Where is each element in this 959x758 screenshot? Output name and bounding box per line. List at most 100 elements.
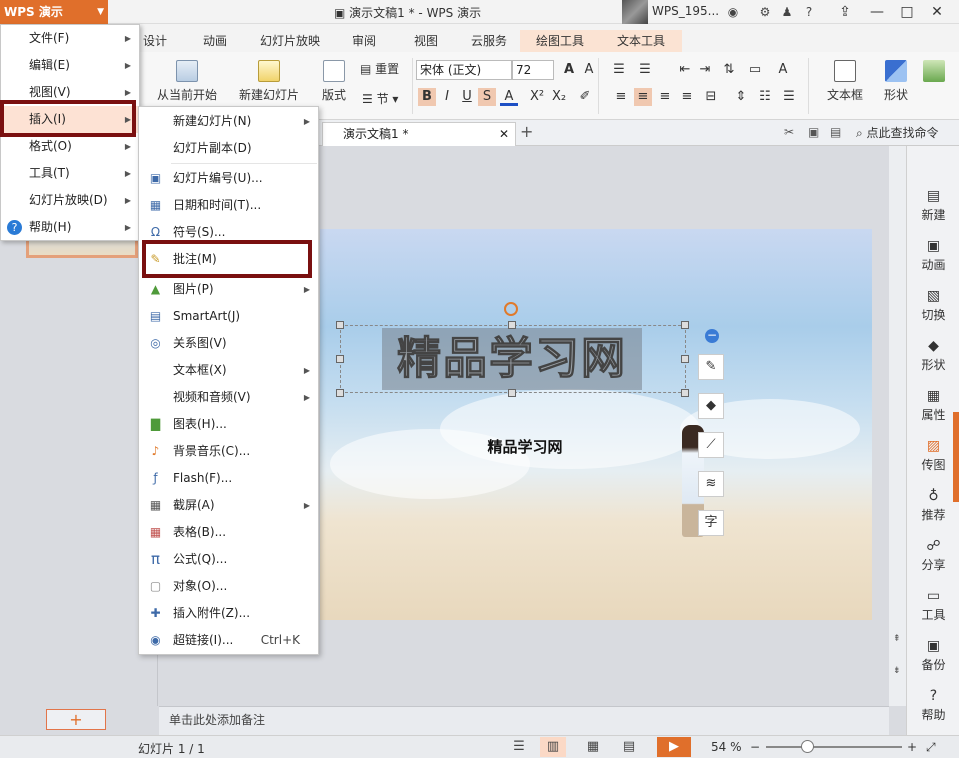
panel-shape[interactable]: ◆ 形状 <box>907 332 959 382</box>
tab-text-tools[interactable]: 文本工具 <box>600 30 682 52</box>
insert-picture[interactable]: ▲ 图片(P) ▶ <box>139 276 318 303</box>
bullets-icon[interactable]: ☰ <box>610 61 628 79</box>
normal-view-icon[interactable]: ▥ <box>540 737 566 757</box>
paragraph-spacing-icon[interactable]: ☷ <box>756 88 774 106</box>
doc-icon[interactable]: ▣ <box>808 125 819 139</box>
menu-item-edit[interactable]: 编辑(E) ▶ <box>1 52 139 79</box>
rotate-handle-icon[interactable] <box>504 302 518 316</box>
app-menu-button[interactable]: WPS 演示 ▼ <box>0 0 108 24</box>
new-tab-icon[interactable]: + <box>520 122 533 141</box>
search-commands[interactable]: ⌕ 点此查找命令 <box>856 124 939 141</box>
menu-item-help[interactable]: ? 帮助(H) ▶ <box>1 214 139 241</box>
layers-icon[interactable]: ≋ <box>698 471 724 497</box>
resize-handle[interactable] <box>336 321 344 329</box>
tab-slideshow[interactable]: 幻灯片放映 <box>255 30 325 52</box>
slide-title-text[interactable]: 精品学习网 <box>382 328 642 390</box>
textbox-button[interactable]: 文本框 <box>820 60 870 103</box>
help-icon[interactable]: ? <box>800 3 818 21</box>
resize-handle[interactable] <box>336 389 344 397</box>
align-text-icon[interactable]: ▭ <box>746 61 764 79</box>
zoom-out-icon[interactable]: − <box>750 740 760 754</box>
menu-item-format[interactable]: 格式(O) ▶ <box>1 133 139 160</box>
close-tab-icon[interactable]: ✕ <box>499 123 509 145</box>
panel-upload-image[interactable]: ▨ 传图 <box>907 432 959 482</box>
superscript-icon[interactable]: X² <box>528 88 546 106</box>
convert-text-icon[interactable]: A <box>774 61 792 79</box>
section-button[interactable]: ☰ 节 ▾ <box>362 90 408 107</box>
outline-icon[interactable]: ⟋ <box>698 432 724 458</box>
text-direction-icon[interactable]: ⇅ <box>720 61 738 79</box>
zoom-in-icon[interactable]: + <box>907 740 917 754</box>
pin-icon[interactable]: ✂ <box>784 125 794 139</box>
grow-font-icon[interactable]: A <box>560 61 578 79</box>
zoom-slider-thumb[interactable] <box>801 740 814 753</box>
shape-button[interactable]: 形状 <box>876 60 916 103</box>
insert-date-time[interactable]: ▦ 日期和时间(T)... <box>139 192 318 219</box>
panel-transition[interactable]: ▧ 切换 <box>907 282 959 332</box>
resize-handle[interactable] <box>681 321 689 329</box>
panel-tools[interactable]: ▭ 工具 <box>907 582 959 632</box>
insert-relation-diagram[interactable]: ◎ 关系图(V) <box>139 330 318 357</box>
insert-chart[interactable]: ▇ 图表(H)... <box>139 411 318 438</box>
clear-format-icon[interactable]: ✐ <box>576 88 594 106</box>
line-spacing-icon[interactable]: ⇕ <box>732 88 750 106</box>
panel-animation[interactable]: ▣ 动画 <box>907 232 959 282</box>
minimize-icon[interactable]: — <box>862 0 892 24</box>
insert-formula[interactable]: π 公式(Q)... <box>139 546 318 573</box>
font-color-icon[interactable]: A <box>500 88 518 106</box>
close-icon[interactable]: ✕ <box>922 0 952 24</box>
resize-handle[interactable] <box>681 355 689 363</box>
insert-table[interactable]: ▦ 表格(B)... <box>139 519 318 546</box>
settings-icon[interactable]: ⚙ <box>756 3 774 21</box>
slide-subtitle-text[interactable]: 精品学习网 <box>470 436 580 457</box>
resize-handle[interactable] <box>336 355 344 363</box>
text-tools-icon[interactable]: 字 <box>698 510 724 536</box>
maximize-icon[interactable]: □ <box>892 0 922 24</box>
panel-backup[interactable]: ▣ 备份 <box>907 632 959 682</box>
tab-design[interactable]: 设计 <box>140 30 170 52</box>
collapse-icon[interactable]: − <box>705 329 719 343</box>
scroll-down-icon[interactable]: ⇟ <box>893 666 901 676</box>
insert-hyperlink[interactable]: ◉ 超链接(I)... Ctrl+K <box>139 627 318 654</box>
panel-share[interactable]: ☍ 分享 <box>907 532 959 582</box>
layout-button[interactable]: 版式 <box>314 60 354 103</box>
decrease-indent-icon[interactable]: ⇤ <box>676 61 694 79</box>
justify-icon[interactable]: ≡ <box>678 88 696 106</box>
insert-flash[interactable]: ƒ Flash(F)... <box>139 465 318 492</box>
username[interactable]: WPS_195... <box>652 4 719 18</box>
bold-icon[interactable]: B <box>418 88 436 106</box>
insert-slide-number[interactable]: ▣ 幻灯片编号(U)... <box>139 165 318 192</box>
notes-pane[interactable]: 单击此处添加备注 <box>159 706 889 735</box>
zoom-slider[interactable] <box>766 740 902 753</box>
menu-item-slideshow[interactable]: 幻灯片放映(D) ▶ <box>1 187 139 214</box>
notes-toggle-icon[interactable]: ☰ <box>506 737 532 757</box>
font-name-select[interactable]: 宋体 (正文) <box>416 60 512 80</box>
document-tab[interactable]: 演示文稿1 * ✕ <box>322 122 516 146</box>
resize-handle[interactable] <box>508 321 516 329</box>
insert-new-slide[interactable]: 新建幻灯片(N) ▶ <box>139 108 318 135</box>
italic-icon[interactable]: I <box>438 88 456 106</box>
shadow-icon[interactable]: S <box>478 88 496 106</box>
shirt-icon[interactable]: ♟ <box>778 3 796 21</box>
insert-smartart[interactable]: ▤ SmartArt(J) <box>139 303 318 330</box>
menu-item-file[interactable]: 文件(F) ▶ <box>1 25 139 52</box>
scroll-up-icon[interactable]: ⇞ <box>893 634 901 644</box>
increase-indent-icon[interactable]: ⇥ <box>696 61 714 79</box>
tab-cloud[interactable]: 云服务 <box>466 30 512 52</box>
resize-handle[interactable] <box>681 389 689 397</box>
menu-item-tools[interactable]: 工具(T) ▶ <box>1 160 139 187</box>
add-slide-button[interactable]: + <box>46 709 106 730</box>
insert-duplicate-slide[interactable]: 幻灯片副本(D) <box>139 135 318 162</box>
insert-screenshot[interactable]: ▦ 截屏(A) ▶ <box>139 492 318 519</box>
panel-properties[interactable]: ▦ 属性 <box>907 382 959 432</box>
restore-icon[interactable]: ⇪ <box>830 0 860 24</box>
panel-new[interactable]: ▤ 新建 <box>907 182 959 232</box>
insert-video-audio[interactable]: 视频和音频(V) ▶ <box>139 384 318 411</box>
fill-icon[interactable]: ◆ <box>698 393 724 419</box>
distribute-icon[interactable]: ⊟ <box>702 88 720 106</box>
reading-view-icon[interactable]: ▤ <box>616 737 642 757</box>
align-center-icon[interactable]: ≡ <box>634 88 652 106</box>
from-current-button[interactable]: 从当前开始 <box>154 60 220 103</box>
vertical-scrollbar[interactable]: ⇞ ⇟ <box>889 146 906 706</box>
underline-icon[interactable]: U <box>458 88 476 106</box>
